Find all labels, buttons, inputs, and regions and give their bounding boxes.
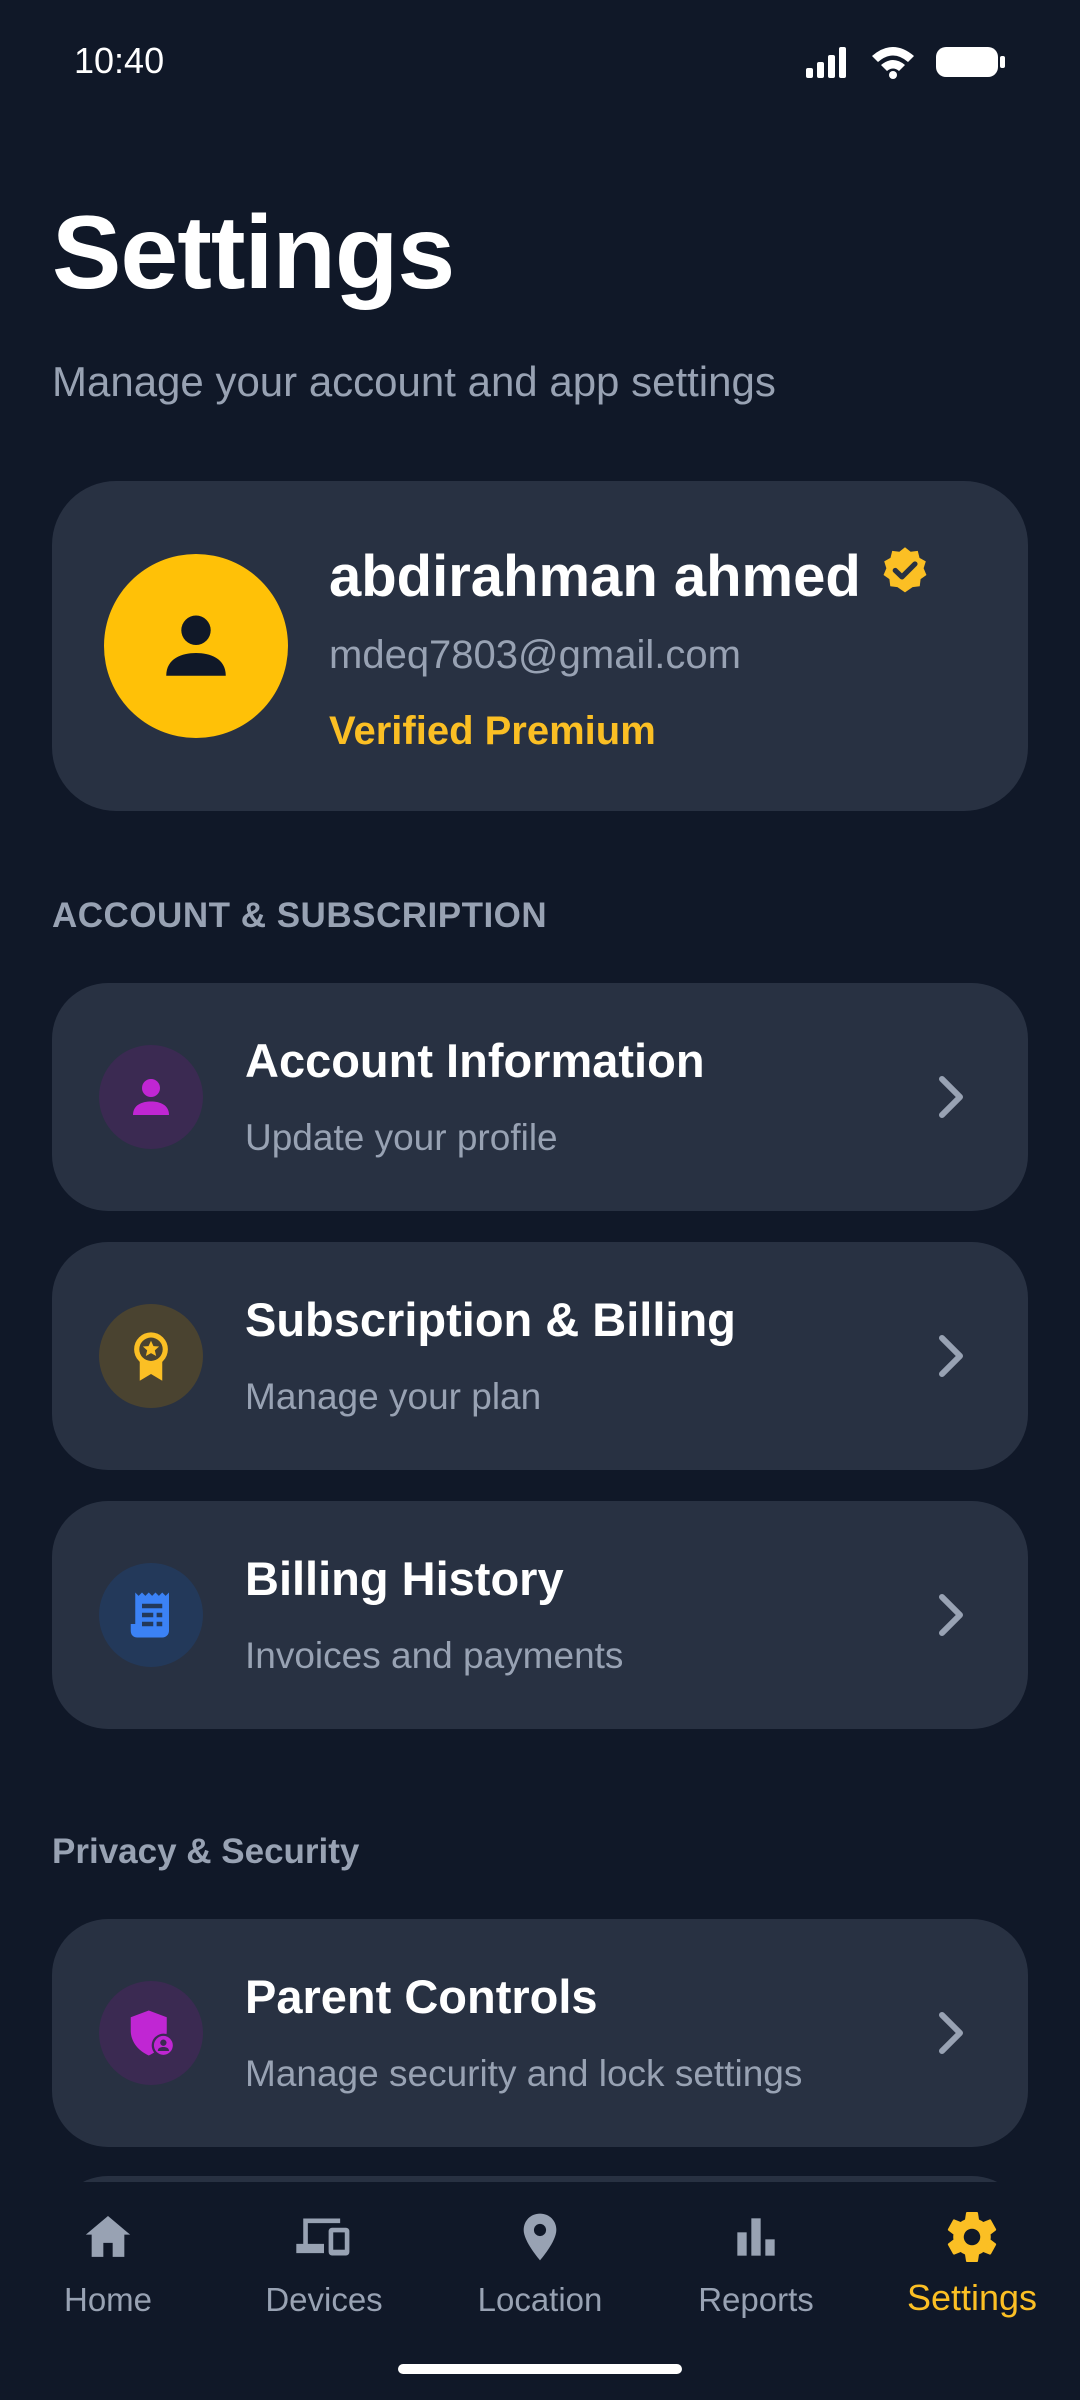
person-icon	[166, 615, 226, 676]
section-label-account: ACCOUNT & SUBSCRIPTION	[52, 896, 548, 935]
verified-badge-icon	[879, 543, 931, 610]
shield-user-icon	[130, 2010, 176, 2058]
avatar	[104, 554, 288, 738]
home-indicator[interactable]	[398, 2364, 682, 2374]
menu-icon-bg	[99, 1981, 203, 2085]
nav-label: Home	[63, 2281, 153, 2318]
menu-item-parent-controls[interactable]: Parent Controls Manage security and lock…	[52, 1919, 1028, 2147]
nav-item-reports[interactable]: Reports	[648, 2207, 864, 2327]
location-pin-icon	[510, 2207, 570, 2267]
menu-subtitle: Manage your plan	[245, 1376, 542, 1417]
menu-icon-bg	[99, 1045, 203, 1149]
page-subtitle: Manage your account and app settings	[52, 358, 776, 405]
nav-label: Devices	[265, 2281, 383, 2318]
menu-subtitle: Manage security and lock settings	[245, 2053, 803, 2094]
menu-title: Billing History	[245, 1552, 564, 1605]
menu-item-subscription-billing[interactable]: Subscription & Billing Manage your plan	[52, 1242, 1028, 1470]
chevron-right-icon	[920, 1585, 980, 1645]
profile-name: abdirahman ahmed	[329, 544, 861, 609]
home-icon	[78, 2207, 138, 2267]
nav-item-devices[interactable]: Devices	[216, 2207, 432, 2327]
page-title: Settings	[52, 195, 455, 311]
devices-icon	[294, 2207, 354, 2267]
menu-title: Parent Controls	[245, 1970, 598, 2023]
status-time: 10:40	[74, 40, 165, 81]
profile-email: mdeq7803@gmail.com	[329, 633, 741, 677]
award-icon	[134, 1332, 168, 1381]
gear-icon	[942, 2207, 1002, 2267]
chevron-right-icon	[920, 1067, 980, 1127]
chevron-right-icon	[920, 1326, 980, 1386]
nav-label: Settings	[906, 2277, 1038, 2318]
section-label-privacy: Privacy & Security	[52, 1832, 360, 1871]
menu-icon-bg	[99, 1563, 203, 1667]
menu-subtitle: Invoices and payments	[245, 1635, 624, 1676]
profile-status: Verified Premium	[329, 709, 656, 753]
wifi-icon	[870, 44, 916, 85]
menu-item-account-information[interactable]: Account Information Update your profile	[52, 983, 1028, 1211]
bar-chart-icon	[726, 2207, 786, 2267]
nav-item-home[interactable]: Home	[0, 2207, 216, 2327]
status-icons	[804, 44, 1006, 85]
profile-name-row: abdirahman ahmed	[329, 543, 931, 610]
signal-icon	[804, 44, 852, 85]
chevron-right-icon	[920, 2003, 980, 2063]
battery-icon	[934, 44, 1006, 85]
menu-item-billing-history[interactable]: Billing History Invoices and payments	[52, 1501, 1028, 1729]
menu-subtitle: Update your profile	[245, 1117, 558, 1158]
status-bar: 10:40	[0, 0, 1080, 130]
nav-label: Reports	[698, 2281, 814, 2318]
menu-icon-bg	[99, 1304, 203, 1408]
menu-title: Account Information	[245, 1034, 705, 1087]
nav-item-settings[interactable]: Settings	[864, 2207, 1080, 2327]
nav-item-location[interactable]: Location	[432, 2207, 648, 2327]
person-icon	[133, 1079, 169, 1115]
nav-label: Location	[477, 2281, 603, 2318]
menu-title: Subscription & Billing	[245, 1293, 736, 1346]
profile-card[interactable]: abdirahman ahmed mdeq7803@gmail.com Veri…	[52, 481, 1028, 811]
receipt-icon	[130, 1592, 169, 1638]
